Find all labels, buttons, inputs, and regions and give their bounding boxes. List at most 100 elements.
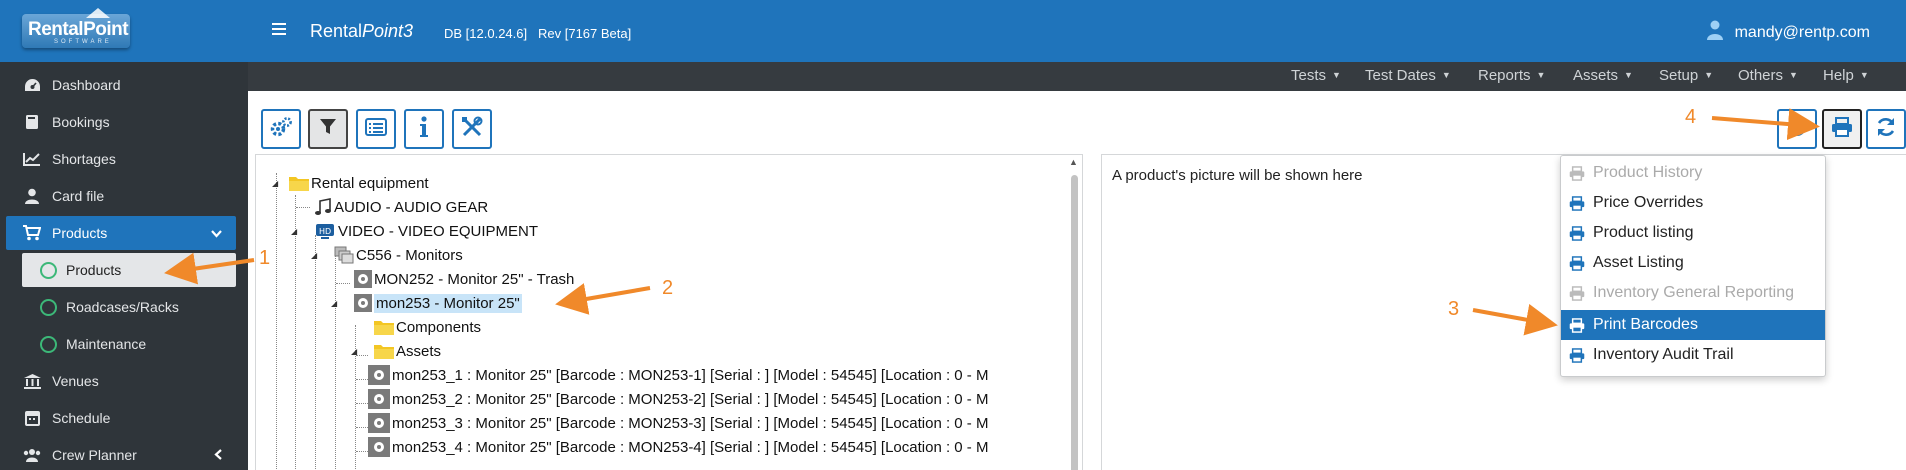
top-bar: RentalPoint3 DB [12.0.24.6] Rev [7167 Be… xyxy=(248,0,1906,62)
sidebar-item-dashboard[interactable]: Dashboard xyxy=(6,68,236,102)
menu-tests[interactable]: Tests ▼ xyxy=(1291,67,1341,84)
menu-setup[interactable]: Setup ▼ xyxy=(1659,67,1713,84)
tree-node-assets[interactable]: Assets xyxy=(374,340,441,362)
filter-icon xyxy=(319,118,337,140)
menu-others[interactable]: Others ▼ xyxy=(1738,67,1798,84)
user-icon xyxy=(1706,20,1723,45)
tools-icon xyxy=(461,116,483,142)
menu-item-inventory-audit-trail[interactable]: Inventory Audit Trail xyxy=(1561,340,1825,370)
tree-node-label: Assets xyxy=(396,342,442,360)
menu-label: Tests xyxy=(1291,67,1327,84)
tree-connector xyxy=(336,283,350,284)
bank-icon xyxy=(22,373,42,389)
tree-node-components[interactable]: Components xyxy=(374,316,481,338)
scroll-up-icon[interactable]: ▲ xyxy=(1069,157,1078,167)
refresh-icon xyxy=(1875,116,1897,142)
tree-node-mon253[interactable]: mon253 - Monitor 25" xyxy=(354,292,522,314)
tree-node-mon252[interactable]: MON252 - Monitor 25" - Trash xyxy=(354,268,574,290)
info-button[interactable] xyxy=(404,109,444,149)
tree-scrollbar[interactable]: ▲ xyxy=(1068,157,1080,470)
sidebar-item-bookings[interactable]: Bookings xyxy=(6,105,236,139)
user-menu[interactable]: mandy@rentp.com xyxy=(1706,20,1870,45)
scrollbar-thumb[interactable] xyxy=(1071,175,1078,470)
product-tree-panel[interactable]: ◢ ◢ ◢ ◢ ◢ Rental equipment AUDIO - AUDIO… xyxy=(255,154,1083,470)
list-icon xyxy=(365,118,387,140)
list-view-button[interactable] xyxy=(356,109,396,149)
menu-item-asset-listing[interactable]: Asset Listing xyxy=(1561,248,1825,278)
tree-expander-icon[interactable]: ◢ xyxy=(351,347,357,356)
calendar-icon xyxy=(22,410,42,426)
menu-help[interactable]: Help ▼ xyxy=(1823,67,1869,84)
product-disc-icon xyxy=(354,294,372,312)
tree-node-c556[interactable]: C556 - Monitors xyxy=(334,244,463,266)
sidebar-item-crew-planner[interactable]: Crew Planner xyxy=(6,438,236,470)
tree-connector xyxy=(295,195,296,470)
tree-node-asset[interactable]: mon253_3 : Monitor 25" [Barcode : MON253… xyxy=(368,412,988,434)
music-note-icon xyxy=(314,198,332,216)
sidebar-item-label: Dashboard xyxy=(52,77,121,93)
tree-node-asset[interactable]: mon253_2 : Monitor 25" [Barcode : MON253… xyxy=(368,388,988,410)
tree-expander-icon[interactable]: ◢ xyxy=(311,251,317,260)
annotation-number-1: 1 xyxy=(259,247,271,269)
tree-node-video[interactable]: HD VIDEO - VIDEO EQUIPMENT xyxy=(314,220,538,242)
app-title-italic: Point3 xyxy=(362,21,414,41)
tree-node-label: C556 - Monitors xyxy=(356,246,463,264)
menu-item-product-history[interactable]: Product History xyxy=(1561,158,1825,188)
settings-button[interactable] xyxy=(261,109,301,149)
tree-node-label: mon253_1 : Monitor 25" [Barcode : MON253… xyxy=(392,366,989,384)
annotation-number-2: 2 xyxy=(662,277,674,299)
tree-node-audio[interactable]: AUDIO - AUDIO GEAR xyxy=(314,196,488,218)
sidebar-subitem-maintenance[interactable]: Maintenance xyxy=(22,327,236,361)
menu-item-label: Asset Listing xyxy=(1593,254,1684,271)
folder-icon xyxy=(289,175,309,191)
clock-icon xyxy=(1787,117,1807,141)
sidebar-item-venues[interactable]: Venues xyxy=(6,364,236,398)
refresh-button[interactable] xyxy=(1866,109,1906,149)
menu-item-inventory-general-reporting[interactable]: Inventory General Reporting xyxy=(1561,278,1825,308)
rentalpoint-logo[interactable]: RentalPoint SOFTWARE xyxy=(22,8,130,48)
print-icon xyxy=(1569,195,1585,211)
tree-node-asset[interactable]: mon253_4 : Monitor 25" [Barcode : MON253… xyxy=(368,436,988,458)
menu-reports[interactable]: Reports ▼ xyxy=(1478,67,1545,84)
menu-label: Others xyxy=(1738,67,1784,84)
sidebar-item-schedule[interactable]: Schedule xyxy=(6,401,236,435)
filter-button[interactable] xyxy=(308,109,348,149)
menu-item-price-overrides[interactable]: Price Overrides xyxy=(1561,188,1825,218)
sidebar-subitem-roadcases[interactable]: Roadcases/Racks xyxy=(22,290,236,324)
chevron-left-icon xyxy=(214,447,222,463)
tree-connector xyxy=(276,173,277,470)
sidebar-item-products[interactable]: Products xyxy=(6,216,236,250)
print-icon xyxy=(1569,347,1585,363)
menu-bar: Tests ▼ Test Dates ▼ Reports ▼ Assets ▼ Setu… xyxy=(248,62,1906,91)
logo-text: RentalPoint xyxy=(28,19,129,40)
tree-expander-icon[interactable]: ◢ xyxy=(291,227,297,236)
history-button[interactable] xyxy=(1777,109,1817,149)
menu-item-print-barcodes[interactable]: Print Barcodes xyxy=(1561,310,1825,340)
tree-node-rental-equipment[interactable]: Rental equipment xyxy=(289,172,429,194)
menu-item-product-listing[interactable]: Product listing xyxy=(1561,218,1825,248)
tree-node-label: MON252 - Monitor 25" - Trash xyxy=(374,270,575,288)
tree-expander-icon[interactable]: ◢ xyxy=(331,299,337,308)
hamburger-menu-icon[interactable] xyxy=(272,18,286,41)
app-title: RentalPoint3 xyxy=(310,21,413,42)
sidebar-item-shortages[interactable]: Shortages xyxy=(6,142,236,176)
print-button[interactable] xyxy=(1822,109,1862,149)
menu-item-label: Product listing xyxy=(1593,224,1694,241)
sidebar-item-label: Card file xyxy=(52,188,105,204)
tree-node-label: mon253_2 : Monitor 25" [Barcode : MON253… xyxy=(392,390,989,408)
picture-placeholder-text: A product's picture will be shown here xyxy=(1112,167,1363,184)
logo-roof-icon xyxy=(86,8,110,18)
hd-video-icon: HD xyxy=(314,222,336,240)
sidebar-subitem-label: Roadcases/Racks xyxy=(66,299,179,315)
annotation-number-3: 3 xyxy=(1448,298,1460,320)
caret-down-icon: ▼ xyxy=(1624,70,1633,80)
tree-expander-icon[interactable]: ◢ xyxy=(272,179,278,188)
menu-test-dates[interactable]: Test Dates ▼ xyxy=(1365,67,1451,84)
tools-button[interactable] xyxy=(452,109,492,149)
sidebar-item-card-file[interactable]: Card file xyxy=(6,179,236,213)
dashboard-icon xyxy=(22,77,42,93)
sidebar-subitem-products[interactable]: Products xyxy=(22,253,236,287)
menu-assets[interactable]: Assets ▼ xyxy=(1573,67,1633,84)
print-icon xyxy=(1831,117,1853,141)
tree-node-asset[interactable]: mon253_1 : Monitor 25" [Barcode : MON253… xyxy=(368,364,988,386)
